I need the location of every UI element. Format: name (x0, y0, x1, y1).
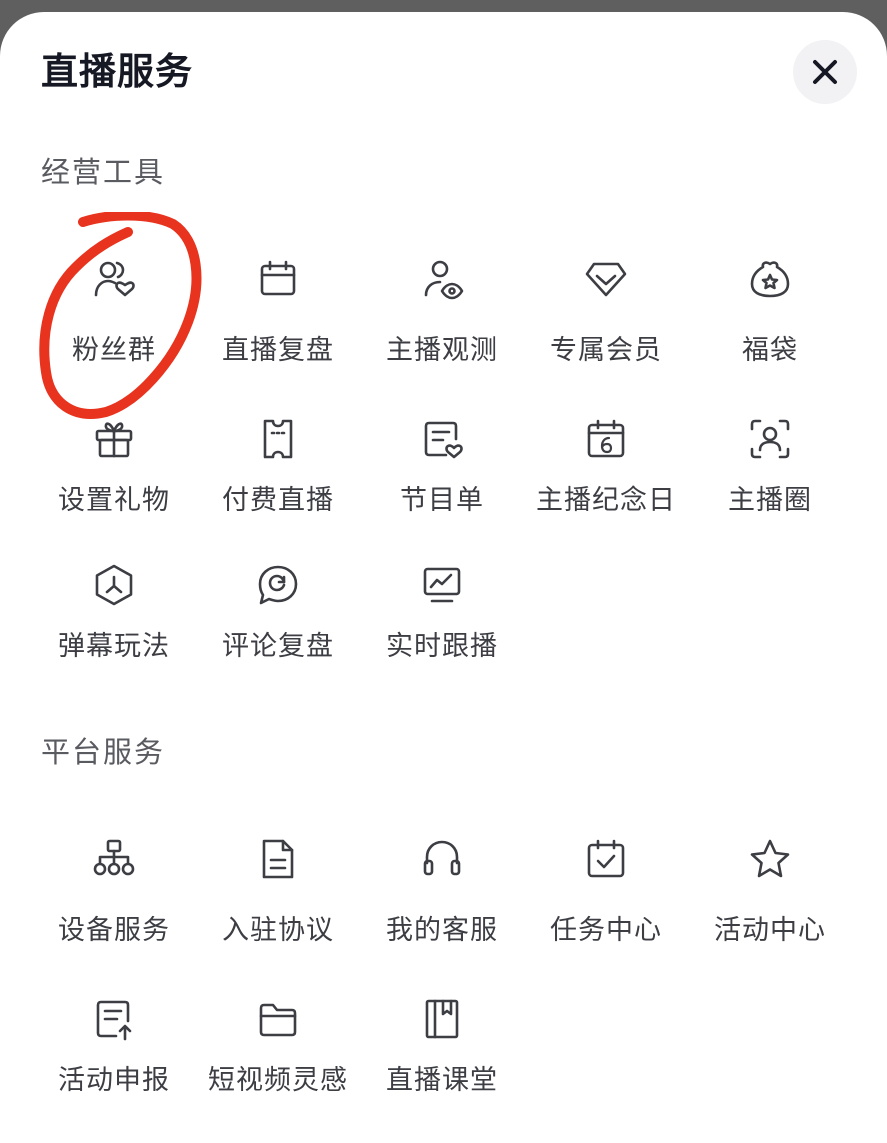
tool-host-observe[interactable]: 主播观测 (360, 257, 524, 377)
service-customer-support[interactable]: 我的客服 (360, 837, 524, 957)
service-label: 设备服务 (58, 915, 170, 946)
calendar-icon (256, 257, 300, 301)
program-list-icon (420, 417, 464, 461)
tool-realtime-follow[interactable]: 实时跟播 (360, 563, 524, 683)
service-settle-agreement[interactable]: 入驻协议 (196, 837, 360, 957)
document-icon (256, 837, 300, 881)
anniversary-calendar-icon (584, 417, 628, 461)
service-live-classroom[interactable]: 直播课堂 (360, 997, 524, 1117)
folder-icon (256, 997, 300, 1041)
calendar-check-icon (584, 837, 628, 881)
tool-live-review[interactable]: 直播复盘 (196, 257, 360, 377)
tool-host-anniversary[interactable]: 主播纪念日 (524, 417, 688, 537)
service-label: 短视频灵感 (208, 1065, 348, 1096)
service-label: 我的客服 (386, 915, 498, 946)
tool-danmaku-play[interactable]: 弹幕玩法 (32, 563, 196, 683)
tool-host-circle[interactable]: 主播圈 (688, 417, 852, 537)
tool-label: 评论复盘 (222, 631, 334, 662)
service-label: 任务中心 (550, 915, 662, 946)
service-activity-center[interactable]: 活动中心 (688, 837, 852, 957)
monitor-chart-icon (420, 563, 464, 607)
tool-label: 付费直播 (222, 485, 334, 516)
live-services-sheet: 直播服务 经营工具 粉丝群 直播复盘 主播观测 专属会员 福袋 设置礼物 付费直… (0, 12, 887, 1143)
tool-label: 主播圈 (728, 485, 812, 516)
tool-label: 主播纪念日 (536, 485, 676, 516)
tool-set-gift[interactable]: 设置礼物 (32, 417, 196, 537)
tool-label: 设置礼物 (58, 485, 170, 516)
hierarchy-icon (92, 837, 136, 881)
tool-comment-review[interactable]: 评论复盘 (196, 563, 360, 683)
tool-label: 弹幕玩法 (58, 631, 170, 662)
tool-label: 实时跟播 (386, 631, 498, 662)
tool-label: 直播复盘 (222, 335, 334, 366)
service-label: 活动申报 (58, 1065, 170, 1096)
lucky-bag-icon (748, 257, 792, 301)
headset-icon (420, 837, 464, 881)
service-label: 活动中心 (714, 915, 826, 946)
close-icon (813, 60, 837, 84)
danmaku-icon (92, 563, 136, 607)
section-label-business-tools: 经营工具 (41, 155, 166, 189)
service-label: 入驻协议 (222, 915, 334, 946)
tool-program-list[interactable]: 节目单 (360, 417, 524, 537)
tool-label: 专属会员 (550, 335, 662, 366)
tool-fan-group[interactable]: 粉丝群 (32, 257, 196, 377)
ticket-icon (256, 417, 300, 461)
sheet-title: 直播服务 (41, 50, 193, 93)
service-label: 直播课堂 (386, 1065, 498, 1096)
gift-icon (92, 417, 136, 461)
service-device[interactable]: 设备服务 (32, 837, 196, 957)
fan-group-icon (92, 257, 136, 301)
user-eye-icon (420, 257, 464, 301)
tool-label: 节目单 (400, 485, 484, 516)
tool-exclusive-member[interactable]: 专属会员 (524, 257, 688, 377)
notebook-icon (420, 997, 464, 1041)
tool-lucky-bag[interactable]: 福袋 (688, 257, 852, 377)
report-upload-icon (92, 997, 136, 1041)
comment-replay-icon (256, 563, 300, 607)
tool-label: 福袋 (742, 335, 798, 366)
diamond-icon (584, 257, 628, 301)
tool-label: 主播观测 (386, 335, 498, 366)
service-task-center[interactable]: 任务中心 (524, 837, 688, 957)
close-button[interactable] (793, 40, 857, 104)
service-short-video-inspiration[interactable]: 短视频灵感 (196, 997, 360, 1117)
tool-paid-live[interactable]: 付费直播 (196, 417, 360, 537)
service-activity-report[interactable]: 活动申报 (32, 997, 196, 1117)
tool-label: 粉丝群 (72, 335, 156, 366)
star-icon (748, 837, 792, 881)
user-scan-icon (748, 417, 792, 461)
section-label-platform-services: 平台服务 (41, 735, 166, 769)
